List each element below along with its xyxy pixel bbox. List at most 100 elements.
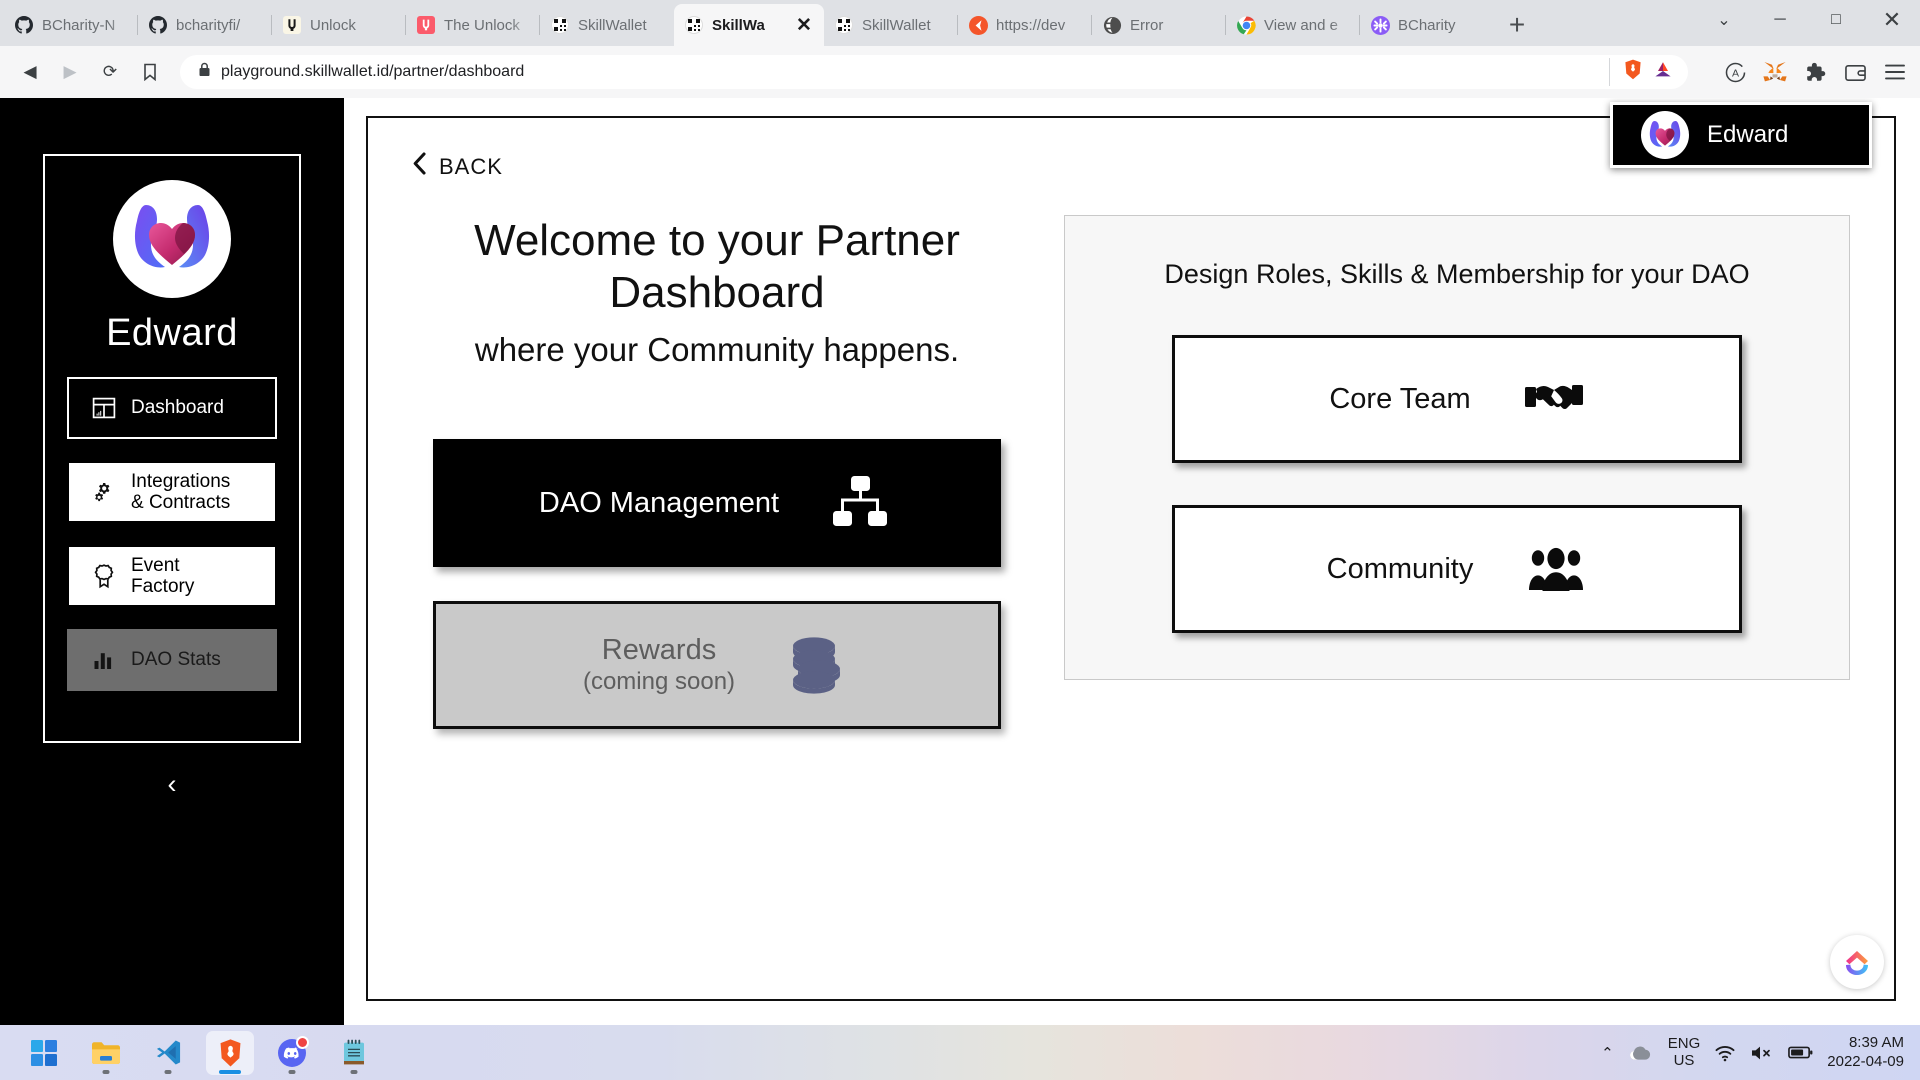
notepad-icon[interactable] (330, 1031, 378, 1075)
battery-icon[interactable] (1788, 1045, 1813, 1060)
tab-title: https://dev (996, 16, 1066, 34)
browser-tab-active[interactable]: SkillWa ✕ (674, 4, 824, 46)
core-team-button[interactable]: Core Team (1172, 335, 1742, 464)
reload-icon[interactable]: ⟳ (92, 54, 128, 90)
design-roles-card: Design Roles, Skills & Membership for yo… (1064, 215, 1850, 681)
bookmark-icon[interactable] (132, 54, 168, 90)
sidebar-item-dashboard[interactable]: Dashboard (67, 377, 277, 439)
dao-management-button[interactable]: DAO Management (433, 439, 1001, 568)
language-secondary: US (1673, 1051, 1695, 1069)
app-sidebar: Edward Dashboard Integrations & Contract… (0, 98, 344, 1025)
dao-management-label: DAO Management (538, 486, 780, 519)
browser-tab[interactable]: SkillWallet (824, 4, 958, 46)
close-window-button[interactable]: ✕ (1864, 0, 1920, 40)
chevron-left-icon (412, 152, 427, 181)
taskbar-indicator (350, 1069, 358, 1074)
file-explorer-icon[interactable] (82, 1031, 130, 1075)
back-button-label: BACK (439, 153, 503, 179)
address-bar[interactable]: playground.skillwallet.id/partner/dashbo… (180, 55, 1688, 89)
tab-list-button[interactable]: ⌄ (1696, 0, 1752, 40)
browser-window: BCharity-N bcharityfi/ Unlock The Unlock (0, 0, 1920, 1025)
browser-tab[interactable]: BCharity-N (4, 4, 138, 46)
community-label: Community (1326, 552, 1474, 585)
sidebar-item-event-factory[interactable]: Event Factory (67, 545, 277, 607)
new-tab-button[interactable]: + (1494, 4, 1540, 46)
tab-title: SkillWa (712, 16, 765, 34)
welcome-subtitle: where your Community happens. (474, 330, 960, 368)
brave-browser-icon[interactable] (206, 1030, 254, 1075)
user-badge[interactable]: Edward (1610, 102, 1872, 168)
minimize-button[interactable]: ─ (1752, 0, 1808, 40)
tray-expand-chevron-icon[interactable]: ⌃ (1601, 1044, 1614, 1062)
notification-badge (296, 1035, 309, 1049)
bar-chart-icon (91, 649, 117, 671)
browser-menu-icon[interactable] (1882, 59, 1908, 85)
core-team-label: Core Team (1329, 382, 1471, 415)
back-navigation-icon[interactable]: ◀ (12, 54, 48, 90)
skillwallet-chevron-logo[interactable] (1830, 935, 1884, 989)
people-group-icon (1525, 544, 1587, 594)
rewards-button[interactable]: Rewards (coming soon) (433, 601, 1001, 730)
bcharity-heart-hands-logo (113, 180, 231, 298)
browser-toolbar: ◀ ▶ ⟳ playground.skillwallet.id/partner/… (0, 46, 1920, 98)
extension-toolbar: A (1700, 59, 1908, 85)
browser-tab[interactable]: SkillWallet (539, 4, 674, 46)
sidebar-item-integrations[interactable]: Integrations & Contracts (67, 461, 277, 523)
sidebar-item-dao-stats[interactable]: DAO Stats (67, 629, 277, 691)
clock[interactable]: 8:39 AM 2022-04-09 (1827, 1034, 1904, 1072)
left-column: Welcome to your Partner Dashboard where … (412, 215, 1022, 730)
community-button[interactable]: Community (1172, 505, 1742, 634)
browser-tab[interactable]: Error (1091, 4, 1226, 46)
wallet-icon[interactable] (1842, 59, 1868, 85)
adblock-icon[interactable]: A (1722, 59, 1748, 85)
orange-swirl-icon (968, 15, 988, 35)
back-button[interactable]: BACK (412, 152, 503, 181)
windows-start-icon[interactable] (20, 1031, 68, 1075)
tab-strip: BCharity-N bcharityfi/ Unlock The Unlock (0, 0, 1920, 46)
right-column: Design Roles, Skills & Membership for yo… (1064, 215, 1850, 729)
github-icon (14, 15, 34, 35)
volume-muted-icon[interactable] (1750, 1044, 1774, 1062)
tab-title: BCharity (1398, 16, 1456, 34)
url-text: playground.skillwallet.id/partner/dashbo… (221, 63, 525, 80)
chrome-icon (1236, 15, 1256, 35)
taskbar-apps (0, 1030, 378, 1075)
discord-icon[interactable] (268, 1031, 316, 1075)
vscode-icon[interactable] (144, 1031, 192, 1075)
browser-tab[interactable]: bcharityfi/ (137, 4, 272, 46)
close-tab-icon[interactable]: ✕ (794, 16, 814, 35)
metamask-icon[interactable] (1762, 59, 1788, 85)
tab-title: BCharity-N (42, 16, 116, 34)
wifi-icon[interactable] (1714, 1044, 1736, 1062)
maximize-button[interactable]: □ (1808, 0, 1864, 40)
coin-stack-icon (781, 630, 851, 700)
rewards-subtitle: (coming soon) (582, 668, 736, 696)
sidebar-collapse-icon[interactable]: ‹ (168, 769, 177, 800)
unlock-light-icon (282, 15, 302, 35)
browser-tab[interactable]: Unlock (271, 4, 406, 46)
user-badge-name: Edward (1707, 121, 1789, 148)
language-indicator[interactable]: ENG US (1668, 1035, 1701, 1070)
taskbar-indicator (102, 1069, 110, 1074)
bat-token-icon[interactable] (1652, 59, 1674, 86)
taskbar-indicator (164, 1069, 172, 1074)
system-tray: ⌃ ENG US 8:39 AM 2022-04-09 (1601, 1034, 1920, 1072)
taskbar-indicator (288, 1069, 296, 1074)
browser-tab[interactable]: BCharity (1359, 4, 1494, 46)
main-content: BACK Edward Welcome to your Partner Dash… (344, 98, 1920, 1025)
forward-navigation-icon[interactable]: ▶ (52, 54, 88, 90)
brave-shield-icon[interactable] (1622, 58, 1644, 86)
windows-taskbar: ⌃ ENG US 8:39 AM 2022-04-09 (0, 1025, 1920, 1080)
globe-dark-icon (1102, 15, 1122, 35)
sidebar-item-label: Event Factory (131, 554, 195, 597)
browser-tab[interactable]: View and e (1225, 4, 1360, 46)
tab-title: Unlock (310, 16, 356, 34)
extensions-puzzle-icon[interactable] (1802, 59, 1828, 85)
browser-tab[interactable]: The Unlock (405, 4, 540, 46)
skillwallet-icon (550, 15, 570, 35)
browser-tab[interactable]: https://dev (957, 4, 1092, 46)
onedrive-cloud-icon[interactable] (1628, 1044, 1654, 1062)
sidebar-item-label: DAO Stats (131, 649, 221, 671)
tab-title: bcharityfi/ (176, 16, 241, 34)
badge-ribbon-icon (91, 563, 117, 589)
